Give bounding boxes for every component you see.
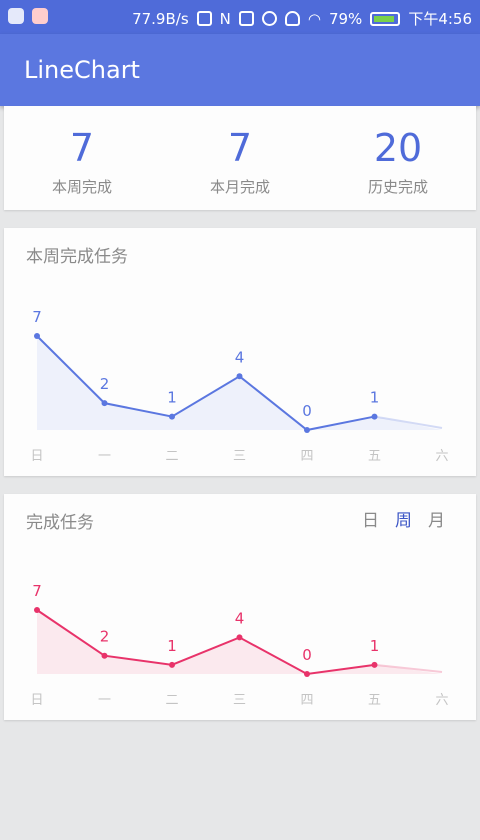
data-label: 4: [235, 348, 245, 366]
summary-card: 7 本周完成 7 本月完成 20 历史完成: [4, 106, 476, 210]
rotate-icon: [238, 11, 254, 26]
stat-week-label: 本周完成: [51, 178, 112, 196]
data-point: [101, 652, 108, 659]
headset-icon: [284, 11, 300, 26]
data-point: [304, 671, 310, 677]
stat-history-value: 20: [373, 126, 423, 170]
week-line-chart: 7 2 1 4 0 1 日 一 二 三 四 五 六: [30, 308, 448, 464]
x-tick-label: 四: [300, 693, 313, 708]
data-label: 0: [302, 646, 312, 664]
wifi-icon: ◠: [307, 9, 321, 28]
tasks-card: 完成任务 日 周 月 721401日一二三四五六: [4, 494, 476, 720]
x-tick-label: 二: [165, 693, 178, 708]
app-icon: [32, 8, 48, 24]
clock: 下午4:56: [408, 10, 472, 28]
x-tick-label: 日: [30, 449, 43, 464]
x-tick-label: 五: [368, 693, 381, 708]
sim-icon: [196, 11, 212, 26]
battery-icon: [370, 11, 401, 26]
data-point: [101, 400, 108, 407]
data-point: [304, 427, 310, 433]
stat-month: 7 本月完成: [180, 126, 300, 197]
data-point: [34, 607, 40, 613]
nfc-icon: N: [219, 9, 231, 28]
data-point: [371, 413, 378, 420]
stat-month-value: 7: [227, 126, 253, 170]
data-label: 1: [370, 637, 380, 655]
net-speed: 77.9B/s: [132, 9, 189, 28]
x-tick-label: 一: [98, 449, 111, 464]
x-tick-label: 三: [233, 693, 246, 708]
data-label: 2: [100, 628, 110, 646]
data-label: 2: [100, 375, 110, 393]
data-label: 1: [167, 389, 177, 407]
x-tick-label: 五: [368, 449, 381, 464]
data-label: 7: [32, 308, 42, 326]
data-label: 7: [32, 582, 42, 600]
data-label: 1: [370, 389, 380, 407]
week-tasks-card: 本周完成任务 721401日一二三四五六: [4, 228, 476, 476]
status-bar: 77.9B/s N ◠ 79% 下午4:56: [0, 0, 480, 34]
battery-text: 79%: [328, 9, 363, 28]
data-point: [34, 333, 40, 339]
stat-history: 20 历史完成: [338, 126, 458, 197]
tasks-line-chart: 7 2 1 4 0 1 日 一 二 三 四 五 六: [30, 582, 448, 708]
data-point: [236, 373, 243, 380]
app-title: LineChart: [24, 56, 140, 84]
x-tick-label: 六: [435, 693, 448, 708]
stat-week-value: 7: [69, 126, 95, 170]
app-bar: LineChart: [0, 34, 480, 106]
data-point: [169, 661, 175, 668]
x-tick-label: 一: [98, 693, 111, 708]
data-label: 0: [302, 402, 312, 420]
x-tick-label: 六: [435, 449, 448, 464]
x-tick-label: 二: [165, 449, 178, 464]
stat-month-label: 本月完成: [209, 178, 270, 196]
data-label: 1: [167, 637, 177, 655]
x-tick-label: 四: [300, 449, 313, 464]
notification-icon: [8, 8, 24, 24]
data-label: 4: [235, 609, 245, 627]
x-tick-label: 三: [233, 449, 246, 464]
data-point: [371, 661, 378, 668]
data-point: [236, 634, 243, 641]
data-point: [169, 413, 175, 420]
x-tick-label: 日: [30, 693, 43, 708]
stat-week: 7 本周完成: [22, 126, 142, 197]
alarm-icon: [261, 11, 277, 26]
stat-history-label: 历史完成: [367, 178, 428, 196]
